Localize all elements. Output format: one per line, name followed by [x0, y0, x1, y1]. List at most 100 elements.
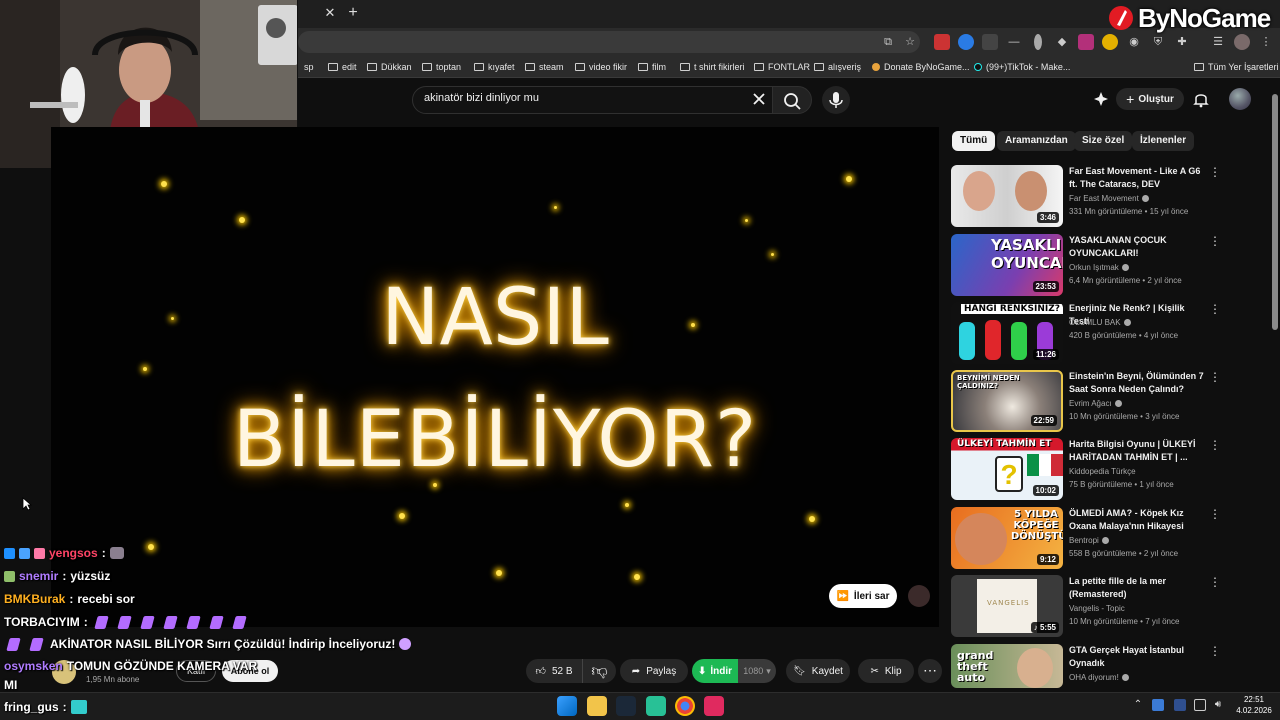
skip-forward-button[interactable]: ⏩ İleri sar: [829, 584, 897, 608]
account-avatar[interactable]: [1229, 88, 1251, 110]
tab-close-icon[interactable]: ✕: [322, 5, 338, 21]
bookmark-item[interactable]: Dükkan: [367, 60, 412, 74]
video-menu-icon[interactable]: ⋮: [1209, 370, 1221, 386]
channel-name[interactable]: Evrim Ağacı: [1069, 399, 1112, 408]
bookmark-item[interactable]: (99+)TikTok - Make...: [974, 60, 1070, 74]
bookmark-item[interactable]: steam: [525, 60, 564, 74]
system-clock[interactable]: 22:51 4.02.2026: [1234, 694, 1274, 716]
start-windows-icon[interactable]: [557, 696, 577, 716]
clip-button[interactable]: ✂ Klip: [858, 659, 914, 683]
extension-icon[interactable]: [982, 34, 998, 50]
video-channel[interactable]: OHA diyorum!: [1069, 673, 1129, 682]
channel-name[interactable]: Orkun Işıtmak: [1069, 263, 1119, 272]
video-player[interactable]: NASIL BİLEBİLİYOR?: [51, 127, 939, 627]
bookmark-item[interactable]: film: [638, 60, 666, 74]
video-channel[interactable]: Evrim Ağacı: [1069, 399, 1122, 408]
recommended-video[interactable]: 5 YILDA KÖPEĞE DÖNÜŞTÜ 9:12 ÖLMEDİ AMA? …: [951, 507, 1221, 569]
save-button[interactable]: 🔖︎ Kaydet: [786, 659, 850, 683]
channel-name[interactable]: Bentropi: [1069, 536, 1099, 545]
video-thumbnail[interactable]: YASAKLI OYUNCAKLAR 23:53: [951, 234, 1063, 296]
bookmark-item[interactable]: t shirt fikirleri: [680, 60, 745, 74]
page-scrollbar[interactable]: [1272, 94, 1278, 330]
bookmark-item[interactable]: alışveriş: [814, 60, 861, 74]
channel-name[interactable]: OHA diyorum!: [1069, 673, 1119, 682]
bookmark-item[interactable]: kıyafet: [474, 60, 515, 74]
video-thumbnail[interactable]: grand theft auto: [951, 644, 1063, 688]
video-thumbnail[interactable]: 5 YILDA KÖPEĞE DÖNÜŞTÜ 9:12: [951, 507, 1063, 569]
chat-username[interactable]: snemir: [19, 569, 58, 583]
channel-name[interactable]: Kiddopedia Türkçe: [1069, 467, 1136, 476]
install-app-icon[interactable]: ⧉: [880, 34, 896, 50]
video-channel[interactable]: Bentropi: [1069, 536, 1109, 545]
video-menu-icon[interactable]: ⋮: [1209, 438, 1221, 454]
extension-icon[interactable]: ◉: [1126, 34, 1142, 50]
bookmark-item-all[interactable]: Tüm Yer İşaretleri: [1194, 60, 1279, 74]
recommended-video[interactable]: ÜLKEYİ TAHMİN ET ? 10:02 Harita Bilgisi …: [951, 438, 1221, 500]
chat-username[interactable]: osymsken: [4, 659, 63, 673]
volume-icon[interactable]: 🔊︎: [1212, 699, 1224, 711]
chip-from-search[interactable]: Aramanızdan: [997, 131, 1076, 151]
recommended-video[interactable]: BEYNİMİ NEDEN ÇALDINIZ? 22:59 Einstein'ı…: [951, 370, 1221, 432]
extension-icon[interactable]: [1102, 34, 1118, 50]
video-title[interactable]: La petite fille de la mer (Remastered): [1069, 575, 1207, 601]
extension-icon[interactable]: [934, 34, 950, 50]
video-thumbnail[interactable]: ÜLKEYİ TAHMİN ET ? 10:02: [951, 438, 1063, 500]
chat-username[interactable]: fring_gus: [4, 700, 59, 714]
download-button[interactable]: ⬇ İndir: [692, 659, 738, 683]
extension-icon[interactable]: —: [1006, 34, 1022, 50]
bookmark-item[interactable]: FONTLAR: [754, 60, 810, 74]
extension-icon[interactable]: ◆: [1054, 34, 1070, 50]
chrome-icon[interactable]: [675, 696, 695, 716]
tray-app-icon[interactable]: [1174, 699, 1186, 711]
video-title[interactable]: YASAKLANAN ÇOCUK OYUNCAKLARI!: [1069, 234, 1207, 260]
video-title[interactable]: Harita Bilgisi Oyunu | ÜLKEYİ HARİTADAN …: [1069, 438, 1207, 464]
video-menu-icon[interactable]: ⋮: [1209, 234, 1221, 250]
steam-icon[interactable]: [616, 696, 636, 716]
video-menu-icon[interactable]: ⋮: [1209, 575, 1221, 591]
video-channel[interactable]: Vangelis - Topic: [1069, 604, 1125, 613]
recommended-video[interactable]: grand theft auto GTA Gerçek Hayat İstanb…: [951, 644, 1221, 688]
bookmark-item[interactable]: sp: [304, 60, 314, 74]
extension-icon[interactable]: [1078, 34, 1094, 50]
channel-name[interactable]: Vangelis - Topic: [1069, 604, 1125, 613]
recommended-video[interactable]: VANGELIS ♪ 5:55 La petite fille de la me…: [951, 575, 1221, 637]
download-quality-select[interactable]: 1080 ▾: [738, 659, 776, 683]
channel-name[interactable]: Far East Movement: [1069, 194, 1139, 203]
video-title[interactable]: Einstein'ın Beyni, Ölümünden 7 Saat Sonr…: [1069, 370, 1207, 396]
video-menu-icon[interactable]: ⋮: [1209, 302, 1221, 318]
video-title[interactable]: ÖLMEDİ AMA? - Köpek Kız Oxana Malaya'nın…: [1069, 507, 1207, 533]
chip-for-you[interactable]: Size özel: [1074, 131, 1133, 151]
search-query-text[interactable]: akinatör bizi dinliyor mu: [424, 92, 539, 104]
video-thumbnail[interactable]: BEYNİMİ NEDEN ÇALDINIZ? 22:59: [951, 370, 1063, 432]
bookmark-item[interactable]: Donate ByNoGame...: [872, 60, 970, 74]
video-title[interactable]: Far East Movement - Like A G6 ft. The Ca…: [1069, 165, 1207, 191]
shield-icon[interactable]: ⛨: [1150, 34, 1166, 50]
notifications-bell-icon[interactable]: [1192, 90, 1210, 108]
video-channel[interactable]: Kiddopedia Türkçe: [1069, 467, 1136, 476]
extension-icon[interactable]: [1034, 34, 1042, 50]
video-menu-icon[interactable]: ⋮: [1209, 507, 1221, 523]
bookmark-item[interactable]: video fikir: [575, 60, 627, 74]
recommended-video[interactable]: YASAKLI OYUNCAKLAR 23:53 YASAKLANAN ÇOCU…: [951, 234, 1221, 296]
video-thumbnail[interactable]: VANGELIS ♪ 5:55: [951, 575, 1063, 637]
chat-username[interactable]: BMKBurak: [4, 592, 65, 606]
app-icon[interactable]: [646, 696, 666, 716]
video-channel[interactable]: Orkun Işıtmak: [1069, 263, 1129, 272]
more-actions-button[interactable]: ⋯: [918, 659, 942, 683]
chip-watched[interactable]: İzlenenler: [1132, 131, 1195, 151]
tab-search-icon[interactable]: ☰: [1210, 34, 1226, 50]
bookmark-item[interactable]: edit: [328, 60, 357, 74]
video-menu-icon[interactable]: ⋮: [1209, 165, 1221, 181]
tray-app-icon[interactable]: [1152, 699, 1164, 711]
voice-search-button[interactable]: [822, 86, 850, 114]
bookmark-item[interactable]: toptan: [422, 60, 461, 74]
like-button[interactable]: 👍︎ 52 B: [526, 659, 582, 683]
video-thumbnail[interactable]: 3:46: [951, 165, 1063, 227]
new-tab-icon[interactable]: +: [345, 4, 361, 22]
dislike-button[interactable]: 👎︎: [582, 659, 616, 683]
video-channel[interactable]: OLUMLU BAK: [1069, 318, 1131, 327]
chat-username[interactable]: TORBACIYIM: [4, 615, 80, 629]
tray-expand-icon[interactable]: ⌃: [1132, 699, 1144, 711]
chip-all[interactable]: Tümü: [952, 131, 996, 151]
video-menu-icon[interactable]: ⋮: [1209, 644, 1221, 660]
